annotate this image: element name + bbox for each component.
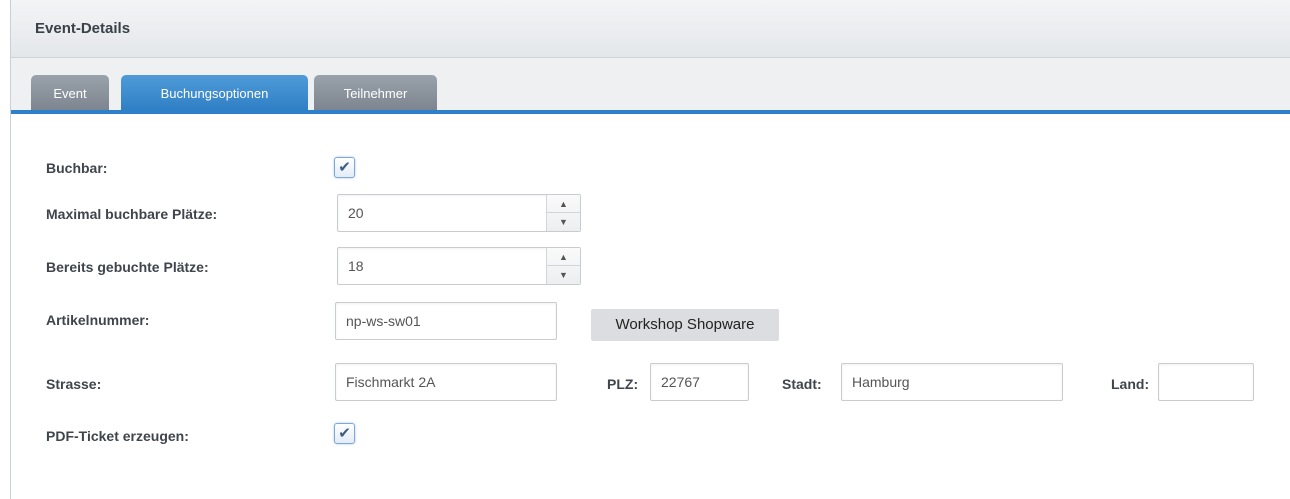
tab-bar-underline — [11, 110, 1290, 114]
tab-strip: Event Buchungsoptionen Teilnehmer — [11, 58, 1290, 113]
buchbar-checkbox[interactable]: ✔ — [334, 157, 355, 178]
article-name-display: Workshop Shopware — [591, 309, 779, 341]
zip-field — [650, 363, 749, 401]
booked-places-spinner: ▲ ▼ — [546, 248, 580, 284]
tab-buchungsoptionen[interactable]: Buchungsoptionen — [121, 75, 308, 112]
zip-label: PLZ: — [607, 376, 639, 392]
tab-teilnehmer[interactable]: Teilnehmer — [314, 75, 437, 112]
country-field — [1158, 363, 1254, 401]
city-label: Stadt: — [782, 376, 822, 392]
article-number-input[interactable] — [336, 303, 556, 339]
event-details-window: Event-Details Event Buchungsoptionen Tei… — [10, 0, 1290, 499]
max-places-input[interactable] — [338, 195, 546, 231]
pdf-ticket-checkbox[interactable]: ✔ — [334, 423, 355, 444]
booked-places-label: Bereits gebuchte Plätze: — [46, 259, 209, 275]
city-field — [841, 363, 1063, 401]
window-title-bar: Event-Details — [11, 0, 1290, 58]
city-input[interactable] — [842, 364, 1062, 400]
booked-places-input[interactable] — [338, 248, 546, 284]
max-places-increment-button[interactable]: ▲ — [547, 195, 580, 213]
booked-places-field: ▲ ▼ — [337, 247, 581, 285]
tab-event[interactable]: Event — [31, 75, 109, 112]
article-number-field — [335, 302, 557, 340]
zip-input[interactable] — [651, 364, 748, 400]
max-places-decrement-button[interactable]: ▼ — [547, 213, 580, 231]
max-places-field: ▲ ▼ — [337, 194, 581, 232]
street-input[interactable] — [336, 364, 556, 400]
street-field — [335, 363, 557, 401]
country-input[interactable] — [1159, 364, 1253, 400]
booked-places-increment-button[interactable]: ▲ — [547, 248, 580, 266]
buchbar-label: Buchbar: — [46, 160, 108, 176]
max-places-spinner: ▲ ▼ — [546, 195, 580, 231]
article-number-label: Artikelnummer: — [46, 312, 150, 328]
pdf-ticket-label: PDF-Ticket erzeugen: — [46, 428, 189, 444]
street-label: Strasse: — [46, 376, 102, 392]
max-places-label: Maximal buchbare Plätze: — [46, 206, 218, 222]
country-label: Land: — [1111, 376, 1150, 392]
window-title: Event-Details — [35, 20, 131, 37]
booked-places-decrement-button[interactable]: ▼ — [547, 266, 580, 284]
